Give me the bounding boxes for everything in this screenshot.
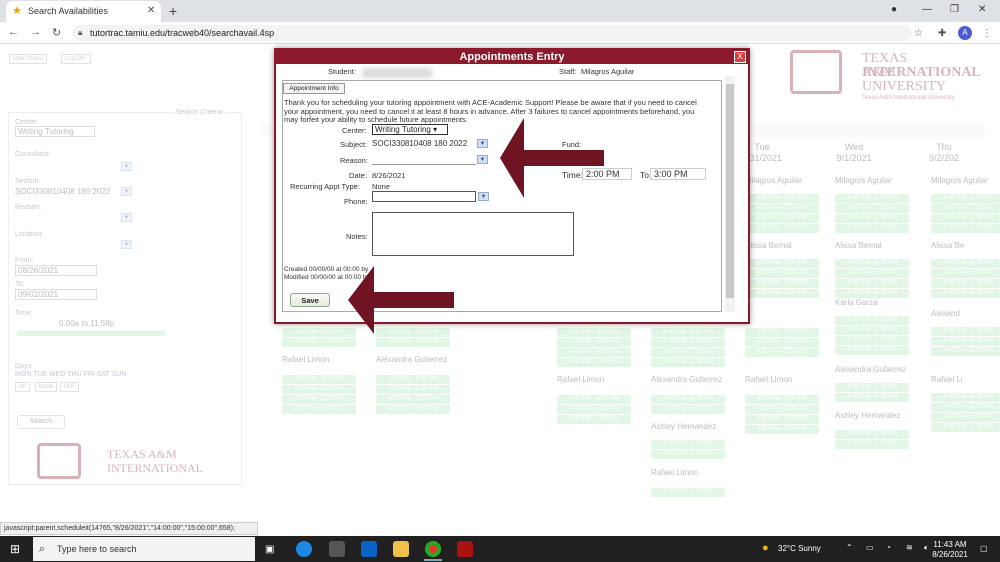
chrome-icon[interactable] bbox=[425, 541, 441, 557]
arrow-to-save-icon bbox=[348, 266, 454, 334]
notifications-icon[interactable]: ▢ bbox=[980, 544, 988, 553]
annotation-arrows bbox=[348, 118, 604, 334]
outlook-icon[interactable] bbox=[361, 541, 377, 557]
windows-start-icon[interactable]: ⊞ bbox=[10, 542, 20, 556]
edge-icon[interactable] bbox=[296, 541, 312, 557]
battery-icon[interactable]: ▭ bbox=[866, 543, 874, 552]
file-explorer-icon[interactable] bbox=[393, 541, 409, 557]
weather-text[interactable]: 32°C Sunny bbox=[778, 544, 821, 553]
search-icon: ⌕ bbox=[39, 543, 46, 555]
network-icon[interactable]: ◔ bbox=[886, 543, 891, 552]
sun-weather-icon: ● bbox=[762, 542, 769, 554]
arrow-to-subject-icon bbox=[500, 118, 604, 198]
clock-time[interactable]: 11:43 AM bbox=[930, 540, 970, 549]
clock-date[interactable]: 8/26/2021 bbox=[926, 550, 974, 559]
browser-status-bar: javascript:parent.scheduleit(14765,"8/26… bbox=[0, 522, 258, 535]
task-view-icon[interactable]: ▣ bbox=[265, 544, 274, 555]
taskbar-search-placeholder: Type here to search bbox=[57, 544, 137, 554]
wifi-icon[interactable]: ≋ bbox=[906, 543, 913, 552]
chrome-active-indicator bbox=[424, 559, 442, 561]
chevron-up-icon[interactable]: ⌃ bbox=[846, 543, 853, 552]
taskbar-search[interactable]: ⌕ Type here to search bbox=[33, 537, 255, 561]
store-icon[interactable] bbox=[329, 541, 345, 557]
app-icon[interactable] bbox=[457, 541, 473, 557]
